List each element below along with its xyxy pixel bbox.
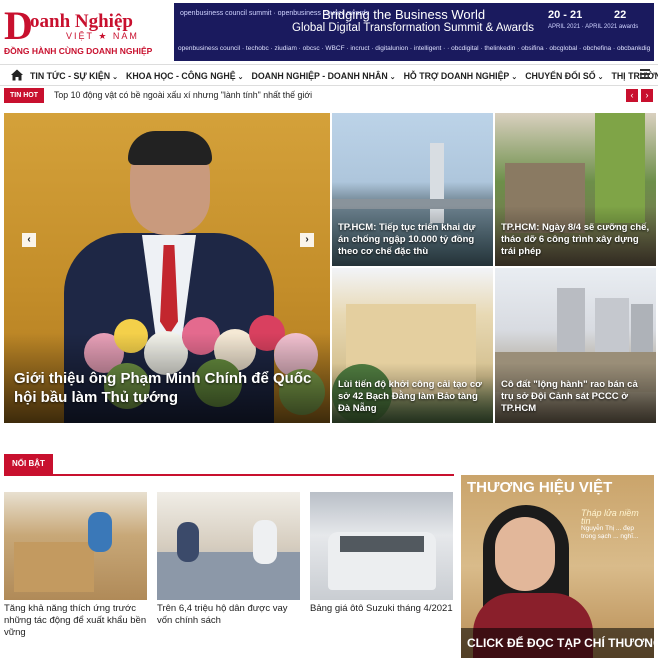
main-nav: TIN TỨC - SỰ KIỆN ⌄ KHOA HỌC - CÔNG NGHỆ ⌄…: [0, 64, 658, 86]
card-title: TP.HCM: Ngày 8/4 sẽ cưỡng chế, tháo dỡ 6…: [501, 222, 650, 257]
logo-brand: oanh Nghiệp: [30, 11, 133, 32]
chevron-down-icon: ⌄: [511, 74, 518, 81]
hot-badge: TIN HOT: [4, 88, 44, 103]
hot-news-ticker: TIN HOT Top 10 động vật có bề ngoài xấu …: [4, 88, 654, 104]
grid-card[interactable]: Cô đất "lộng hành" rao bán cả trụ sở Đội…: [495, 268, 656, 423]
magazine-cover-text: Nguyễn Thị ... đẹp trong sạch ... nghĩ..…: [581, 525, 639, 540]
magazine-photo-face: [495, 517, 555, 591]
section-label: NỔI BẬT: [4, 454, 53, 474]
magazine-cover-lines: Tháp lửa niềm tin Nguyễn Thị ... đẹp tro…: [581, 509, 647, 541]
chevron-down-icon: ⌄: [112, 74, 118, 81]
banner-date-summit: 20 - 21: [548, 9, 583, 21]
logo-tagline: ĐỒNG HÀNH CÙNG DOANH NGHIỆP: [4, 46, 153, 56]
nav-item-label: KHOA HỌC - CÔNG NGHỆ: [125, 71, 236, 81]
slider-next-button[interactable]: ›: [300, 233, 314, 247]
nav-item-label: THỊ TRƯỜNG: [611, 71, 658, 81]
banner-headline: Bridging the Business World: [322, 7, 486, 22]
magazine-cover-headline: Tháp lửa niềm tin: [581, 508, 639, 526]
home-icon[interactable]: [10, 68, 24, 82]
grid-card[interactable]: TP.HCM: Ngày 8/4 sẽ cưỡng chế, tháo dỡ 6…: [495, 113, 656, 266]
news-thumbnail: [157, 492, 300, 600]
ticker-prev-button[interactable]: ‹: [626, 89, 638, 102]
nav-item-ho-tro[interactable]: HỖ TRỢ DOANH NGHIỆP ⌄: [404, 71, 518, 81]
banner-month: APRIL 2021 · APRIL 2021 awards: [548, 24, 639, 30]
nav-item-label: HỖ TRỢ DOANH NGHIỆP: [403, 71, 510, 81]
hero-title[interactable]: Giới thiệu ông Phạm Minh Chính để Quốc h…: [14, 369, 326, 407]
slider-prev-button[interactable]: ‹: [22, 233, 36, 247]
nav-item-label: DOANH NGHIỆP - DOANH NHÂN: [251, 71, 388, 81]
news-title: Trên 6,4 triệu hộ dân được vay vốn chính…: [157, 603, 288, 626]
grid-card[interactable]: Lùi tiến độ khởi công cải tạo cơ sở 42 B…: [332, 268, 493, 423]
nav-item-khoa-hoc[interactable]: KHOA HỌC - CÔNG NGHỆ ⌄: [126, 71, 244, 81]
hero-photo-hair: [128, 131, 212, 165]
hero-slide[interactable]: Giới thiệu ông Phạm Minh Chính để Quốc h…: [4, 113, 330, 423]
news-item[interactable]: Tăng khả năng thích ứng trước những tác …: [4, 492, 147, 639]
banner-date-awards: 22: [614, 9, 627, 21]
nav-item-label: CHUYỂN ĐỔI SỐ: [525, 71, 596, 81]
magazine-masthead: THƯƠNG HIỆU VIỆT: [467, 479, 613, 496]
logo-sub: VIỆT ★ NAM: [66, 31, 139, 41]
magazine-ad[interactable]: THƯƠNG HIỆU VIỆT Tháp lửa niềm tin Nguyễ…: [461, 475, 654, 658]
news-title: Bảng giá ôtô Suzuki tháng 4/2021: [310, 603, 453, 614]
featured-section-header: NỔI BẬT: [4, 454, 454, 476]
banner-subheadline: Global Digital Transformation Summit & A…: [292, 22, 535, 34]
cta-label: CLICK ĐỂ ĐỌC TẠP CHÍ THƯƠNG HIỆU VIỆT: [467, 636, 654, 650]
news-item[interactable]: Trên 6,4 triệu hộ dân được vay vốn chính…: [157, 492, 300, 627]
card-title: TP.HCM: Tiếp tục triển khai dự án chống …: [338, 222, 476, 257]
nav-item-doanh-nghiep[interactable]: DOANH NGHIỆP - DOANH NHÂN ⌄: [251, 71, 395, 81]
nav-item-label: TIN TỨC - SỰ KIỆN: [30, 71, 111, 81]
banner-sponsors: openbusiness council · techobc · ziudiam…: [178, 45, 650, 52]
read-magazine-button[interactable]: CLICK ĐỂ ĐỌC TẠP CHÍ THƯƠNG HIỆU VIỆT: [461, 628, 654, 658]
chevron-down-icon: ⌄: [597, 74, 604, 81]
news-thumbnail: [310, 492, 453, 600]
chevron-down-icon: ⌄: [389, 74, 396, 81]
card-title: Lùi tiến độ khởi công cải tạo cơ sở 42 B…: [338, 379, 482, 414]
news-title: Tăng khả năng thích ứng trước những tác …: [4, 603, 147, 638]
news-item[interactable]: Bảng giá ôtô Suzuki tháng 4/2021: [310, 492, 453, 615]
card-title: Cô đất "lộng hành" rao bán cả trụ sở Đội…: [501, 379, 638, 414]
nav-item-thi-truong[interactable]: THỊ TRƯỜNG⌄: [611, 71, 658, 81]
site-logo[interactable]: D oanh Nghiệp VIỆT ★ NAM ĐỒNG HÀNH CÙNG …: [4, 6, 164, 58]
chevron-down-icon: ⌄: [237, 74, 244, 81]
logo-letter: D: [4, 3, 33, 48]
news-thumbnail: [4, 492, 147, 600]
hamburger-menu-icon[interactable]: [640, 69, 650, 79]
summit-banner-ad[interactable]: openbusiness council summit · openbusine…: [174, 3, 654, 61]
nav-item-tin-tuc[interactable]: TIN TỨC - SỰ KIỆN ⌄: [30, 71, 118, 81]
grid-card[interactable]: TP.HCM: Tiếp tục triển khai dự án chống …: [332, 113, 493, 266]
ticker-headline[interactable]: Top 10 động vật có bề ngoài xấu xí nhưng…: [54, 90, 312, 100]
ticker-next-button[interactable]: ›: [641, 89, 653, 102]
nav-item-chuyen-doi-so[interactable]: CHUYỂN ĐỔI SỐ ⌄: [525, 71, 603, 81]
